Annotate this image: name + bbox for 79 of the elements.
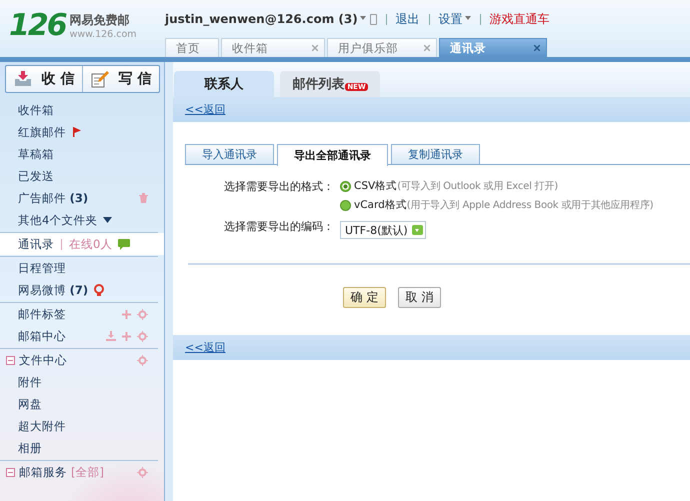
sidebar-item[interactable]: 相册 bbox=[0, 437, 158, 459]
compose-button[interactable]: 写 信 bbox=[82, 66, 159, 92]
mail-tab[interactable]: 首页 bbox=[165, 38, 219, 57]
download-icon[interactable] bbox=[106, 331, 116, 341]
confirm-button[interactable]: 确 定 bbox=[343, 287, 386, 308]
receive-button[interactable]: 收 信 bbox=[6, 66, 82, 92]
folder-label: 网盘 bbox=[18, 396, 42, 412]
radio-button[interactable] bbox=[340, 200, 351, 210]
close-icon[interactable] bbox=[312, 45, 318, 51]
settings-icon[interactable] bbox=[137, 466, 148, 478]
plus-icon[interactable] bbox=[122, 332, 131, 340]
sidebar-item[interactable]: 文件中心 bbox=[0, 349, 158, 371]
settings-icon[interactable] bbox=[137, 354, 148, 366]
view-tab[interactable]: 联系人 bbox=[174, 71, 274, 97]
sidebar-item[interactable]: 邮箱服务 [全部] bbox=[0, 461, 158, 483]
inbox-icon bbox=[14, 71, 32, 87]
back-link[interactable]: <<返回 bbox=[185, 102, 226, 117]
plus-icon[interactable] bbox=[122, 310, 131, 318]
sidebar-item[interactable]: 红旗邮件 bbox=[0, 121, 158, 143]
sidebar-item[interactable]: 日程管理 bbox=[0, 257, 158, 279]
folder-label: 邮箱中心 bbox=[18, 328, 66, 344]
sidebar-item[interactable]: 网易微博 (7) bbox=[0, 279, 158, 301]
sidebar-item[interactable]: 超大附件 bbox=[0, 415, 158, 437]
sidebar-item[interactable]: 已发送 bbox=[0, 165, 158, 187]
sidebar-item[interactable]: 其他4个文件夹 bbox=[0, 209, 158, 231]
caret-icon[interactable] bbox=[103, 217, 112, 223]
folder-label: 日程管理 bbox=[18, 260, 66, 276]
folder-label: 红旗邮件 bbox=[18, 124, 66, 140]
folder-label: 附件 bbox=[18, 374, 42, 390]
games-link[interactable]: 游戏直通车 bbox=[490, 10, 550, 28]
close-icon[interactable] bbox=[534, 45, 540, 51]
sidebar-item[interactable]: 邮件标签 bbox=[0, 303, 158, 325]
phone-icon[interactable] bbox=[370, 14, 377, 24]
format-option[interactable]: CSV格式(可导入到 Outlook 或用 Excel 打开) bbox=[354, 179, 558, 193]
sub-tab[interactable]: 导入通讯录 bbox=[185, 144, 274, 164]
sidebar-item[interactable]: 广告邮件 (3) bbox=[0, 187, 158, 209]
folder-label: 网易微博 (7) bbox=[18, 282, 88, 298]
close-icon[interactable] bbox=[424, 45, 430, 51]
radio-button[interactable] bbox=[340, 180, 351, 192]
settings-icon[interactable] bbox=[137, 330, 148, 342]
sidebar-item[interactable]: 收件箱 bbox=[0, 99, 158, 121]
online-count: 在线0人 bbox=[69, 236, 112, 252]
settings-icon[interactable] bbox=[137, 308, 148, 320]
collapse-icon[interactable] bbox=[6, 356, 15, 364]
folder-label: 收件箱 bbox=[18, 102, 54, 118]
sidebar-item[interactable]: 草稿箱 bbox=[0, 143, 158, 165]
settings-menu[interactable]: 设置 bbox=[438, 10, 471, 28]
folder-label: 邮件标签 bbox=[18, 306, 66, 322]
format-label: 选择需要导出的格式： bbox=[223, 179, 335, 195]
bulb-icon bbox=[94, 284, 104, 296]
cancel-button[interactable]: 取 消 bbox=[398, 287, 441, 308]
sidebar-item[interactable]: 通讯录 在线0人 bbox=[0, 233, 164, 255]
chat-bubble-icon bbox=[118, 238, 130, 250]
format-option[interactable]: vCard格式(用于导入到 Apple Address Book 或用于其他应用程序) bbox=[354, 198, 654, 212]
folder-label: 超大附件 bbox=[18, 418, 66, 434]
sidebar-item[interactable]: 附件 bbox=[0, 371, 158, 393]
folder-label: 邮箱服务 bbox=[19, 464, 67, 480]
trash-icon[interactable] bbox=[139, 193, 148, 203]
mail-tab[interactable]: 收件箱 bbox=[221, 38, 325, 57]
sidebar-item[interactable]: 网盘 bbox=[0, 393, 158, 415]
back-link[interactable]: <<返回 bbox=[185, 340, 226, 355]
encoding-label: 选择需要导出的编码： bbox=[223, 219, 335, 235]
account-menu[interactable]: justin_wenwen@126.com (3) bbox=[165, 12, 366, 26]
sub-tab[interactable]: 导出全部通讯录 bbox=[277, 144, 388, 166]
folder-label: 其他4个文件夹 bbox=[18, 212, 98, 228]
mail-tab[interactable]: 用户俱乐部 bbox=[327, 38, 437, 57]
collapse-icon[interactable] bbox=[6, 468, 15, 476]
folder-label: 已发送 bbox=[18, 168, 54, 184]
folder-label: 相册 bbox=[18, 440, 42, 456]
folder-label: 草稿箱 bbox=[18, 146, 54, 162]
sub-tab[interactable]: 复制通讯录 bbox=[391, 144, 480, 164]
encoding-dropdown[interactable]: UTF-8(默认) bbox=[340, 221, 426, 239]
flag-icon bbox=[72, 127, 82, 137]
logout-link[interactable]: 退出 bbox=[396, 10, 420, 28]
folder-label: 广告邮件 (3) bbox=[18, 190, 88, 206]
sidebar-item[interactable]: 邮箱中心 bbox=[0, 325, 158, 347]
folder-label: 文件中心 bbox=[19, 352, 67, 368]
pencil-paper-icon bbox=[90, 70, 109, 88]
folder-label: 通讯录 bbox=[18, 236, 54, 252]
